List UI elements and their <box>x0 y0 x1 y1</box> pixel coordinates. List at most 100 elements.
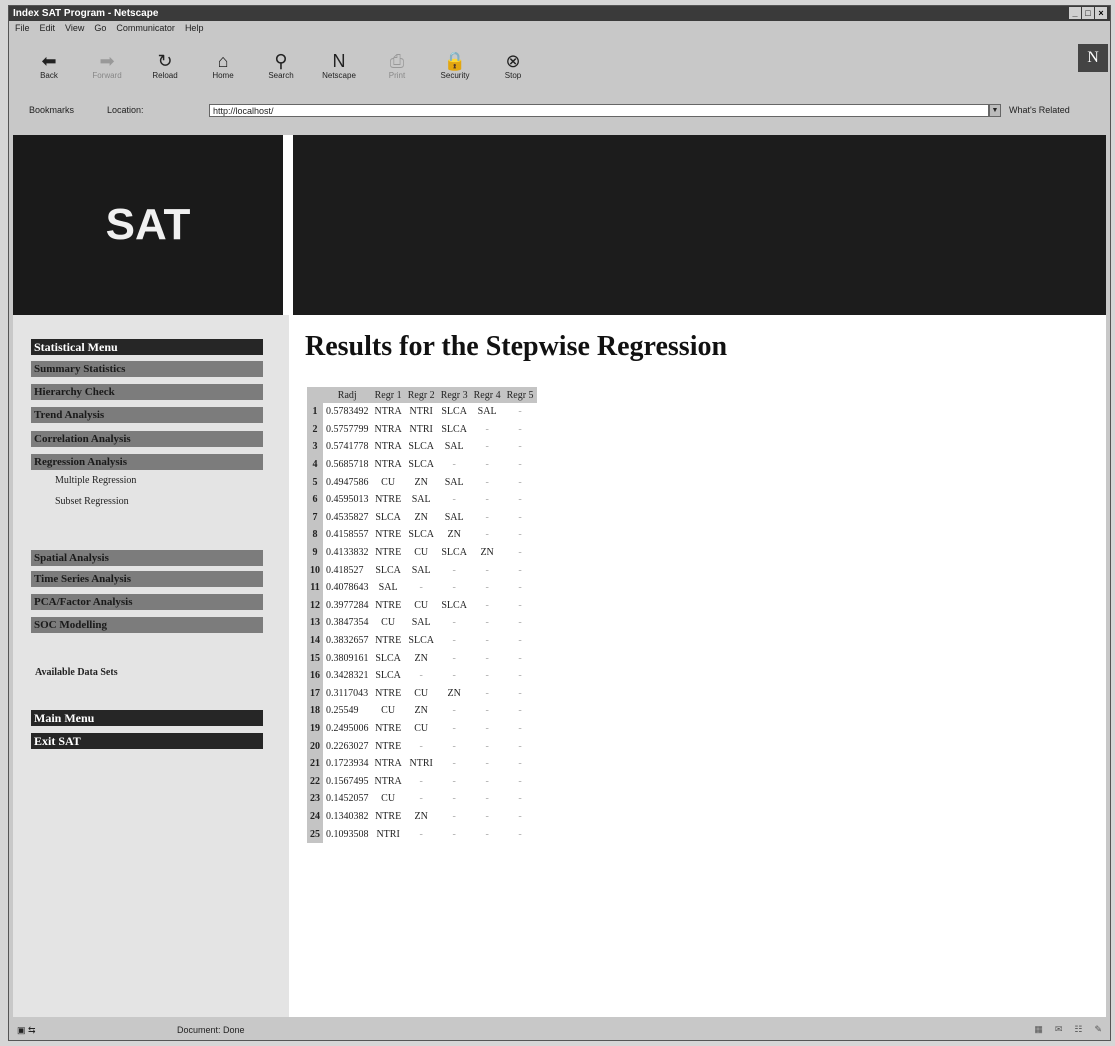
location-label: Location: <box>107 105 144 115</box>
menu-bar: File Edit View Go Communicator Help <box>9 23 203 37</box>
table-cell: 0.1452057 <box>326 793 369 805</box>
table-row: 21 0.1723934 NTRA NTRI - - - <box>307 754 537 773</box>
table-row: 25 0.1093508 NTRI - - - - <box>307 825 537 843</box>
sidebar-item-time-series-analysis[interactable]: Time Series Analysis <box>31 571 263 587</box>
table-row: 6 0.4595013 NTRE SAL - - - <box>307 490 537 509</box>
reload-button[interactable]: ↻ Reload <box>139 40 191 80</box>
table-cell: - <box>485 828 489 840</box>
table-row: 9 0.4133832 NTRE CU SLCA ZN - <box>307 543 537 562</box>
print-icon: ⎙ <box>389 51 405 71</box>
row-index: 23 <box>307 790 323 808</box>
table-cell: SLCA <box>441 406 467 418</box>
table-cell: - <box>452 828 456 840</box>
table-cell: - <box>485 687 489 699</box>
table-cell: SAL <box>411 617 431 629</box>
table-row: 19 0.2495006 NTRE CU - - - <box>307 719 537 738</box>
table-row: 16 0.3428321 SLCA - - - - <box>307 666 537 685</box>
menu-view[interactable]: View <box>65 23 84 37</box>
url-field[interactable]: http://localhost/ <box>209 104 989 117</box>
table-cell: ZN <box>414 476 428 488</box>
table-cell: - <box>518 511 522 523</box>
netscape-button[interactable]: N Netscape <box>313 40 365 80</box>
table-cell: - <box>518 547 522 559</box>
table-cell: - <box>452 652 456 664</box>
back-label: Back <box>40 71 58 80</box>
table-cell: CU <box>381 617 396 629</box>
table-cell: 0.4078643 <box>326 582 369 594</box>
whats-related-button[interactable]: What's Related <box>1009 105 1070 115</box>
table-cell: - <box>518 406 522 418</box>
table-cell: SLCA <box>375 564 401 576</box>
table-cell: - <box>518 564 522 576</box>
table-cell: ZN <box>447 529 461 541</box>
row-index: 5 <box>307 473 323 491</box>
table-cell: - <box>452 775 456 787</box>
sidebar-item-soc-modelling[interactable]: SOC Modelling <box>31 617 263 633</box>
home-button[interactable]: ⌂ Home <box>197 40 249 80</box>
url-dropdown-icon[interactable]: ▼ <box>989 104 1001 117</box>
table-cell: 0.3977284 <box>326 599 369 611</box>
table-cell: SLCA <box>375 652 401 664</box>
home-label: Home <box>212 71 234 80</box>
table-cell: NTRE <box>375 722 402 734</box>
table-cell: SLCA <box>375 511 401 523</box>
table-row: 23 0.1452057 CU - - - - <box>307 790 537 808</box>
menu-file[interactable]: File <box>15 23 30 37</box>
table-cell: 0.1723934 <box>326 758 369 770</box>
search-button[interactable]: ⚲ Search <box>255 40 307 80</box>
newsgroup-icon[interactable]: ☷ <box>1074 1024 1082 1035</box>
forward-button[interactable]: ➡ Forward <box>81 40 133 80</box>
table-cell: - <box>485 423 489 435</box>
table-cell: - <box>485 459 489 471</box>
sidebar-item-trend-analysis[interactable]: Trend Analysis <box>31 407 263 423</box>
menu-help[interactable]: Help <box>185 23 204 37</box>
back-arrow-icon: ⬅ <box>41 51 57 71</box>
security-button[interactable]: 🔒 Security <box>429 40 481 80</box>
table-cell: - <box>518 722 522 734</box>
column-header: Regr 5 <box>503 387 537 403</box>
table-cell: - <box>485 635 489 647</box>
stop-button[interactable]: ⊗ Stop <box>487 40 539 80</box>
exit-sat-button[interactable]: Exit SAT <box>31 733 263 749</box>
available-data-sets-link[interactable]: Available Data Sets <box>35 667 118 678</box>
back-button[interactable]: ⬅ Back <box>23 40 75 80</box>
sidebar-item-hierarchy-check[interactable]: Hierarchy Check <box>31 384 263 400</box>
sidebar-item-summary-statistics[interactable]: Summary Statistics <box>31 361 263 377</box>
table-row: 22 0.1567495 NTRA - - - - <box>307 772 537 791</box>
menu-communicator[interactable]: Communicator <box>116 23 175 37</box>
menu-go[interactable]: Go <box>94 23 106 37</box>
row-index: 20 <box>307 737 323 755</box>
column-header: Radj <box>323 387 372 403</box>
print-button[interactable]: ⎙ Print <box>371 40 423 80</box>
table-cell: - <box>518 758 522 770</box>
search-label: Search <box>268 71 294 80</box>
table-cell: ZN <box>414 652 428 664</box>
table-cell: - <box>485 582 489 594</box>
maximize-icon[interactable]: □ <box>1082 7 1094 19</box>
menu-edit[interactable]: Edit <box>40 23 56 37</box>
sidebar-item-spatial-analysis[interactable]: Spatial Analysis <box>31 550 263 566</box>
table-cell: 0.3428321 <box>326 670 369 682</box>
table-row: 12 0.3977284 NTRE CU SLCA - - <box>307 596 537 615</box>
sublink-multiple-regression[interactable]: Multiple Regression <box>55 475 136 486</box>
table-cell: - <box>419 670 423 682</box>
sidebar-item-regression-analysis[interactable]: Regression Analysis <box>31 454 263 470</box>
print-label: Print <box>388 71 406 80</box>
minimize-icon[interactable]: _ <box>1069 7 1081 19</box>
sublink-subset-regression[interactable]: Subset Regression <box>55 496 129 507</box>
table-cell: - <box>518 494 522 506</box>
sidebar-item-correlation-analysis[interactable]: Correlation Analysis <box>31 431 263 447</box>
table-cell: NTRI <box>376 828 400 840</box>
table-cell: 0.25549 <box>326 705 359 717</box>
netscape-throbber-icon[interactable]: N <box>1078 44 1108 72</box>
table-cell: - <box>518 793 522 805</box>
column-header: Regr 2 <box>404 387 438 403</box>
composer-icon[interactable]: ✎ <box>1094 1024 1102 1035</box>
mail-icon[interactable]: ✉ <box>1055 1024 1063 1035</box>
bookmarks-button[interactable]: Bookmarks <box>29 105 74 115</box>
table-cell: - <box>452 494 456 506</box>
main-menu-button[interactable]: Main Menu <box>31 710 263 726</box>
sidebar-item-pca-factor-analysis[interactable]: PCA/Factor Analysis <box>31 594 263 610</box>
navigator-icon[interactable]: ▦ <box>1034 1024 1043 1035</box>
close-icon[interactable]: × <box>1095 7 1107 19</box>
